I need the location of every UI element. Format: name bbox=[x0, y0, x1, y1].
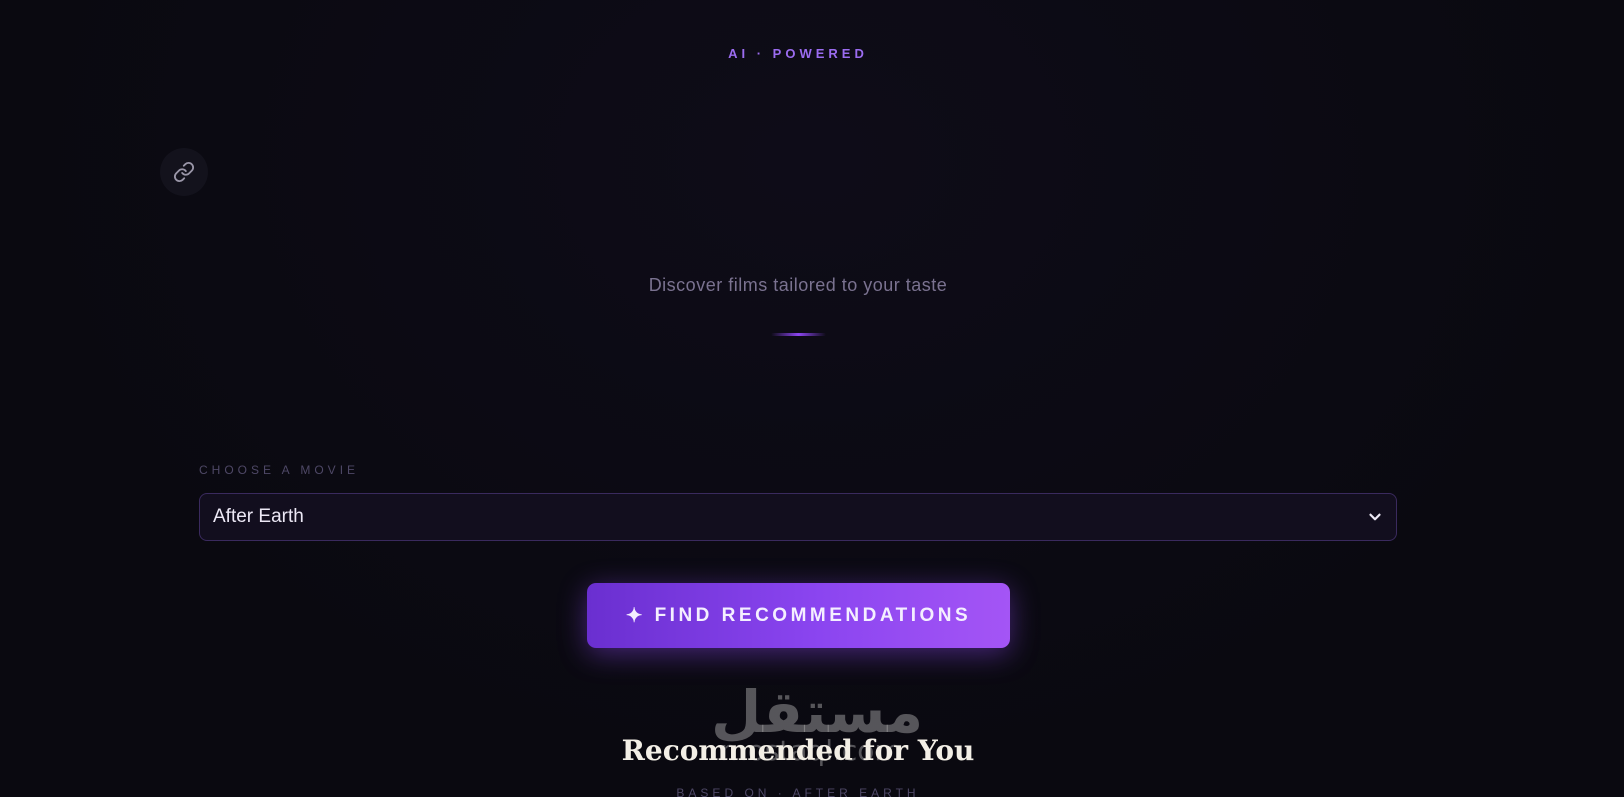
watermark-arabic: مستقل bbox=[711, 678, 924, 746]
accent-divider bbox=[771, 333, 826, 336]
find-recommendations-button[interactable]: ✦ FIND RECOMMENDATIONS bbox=[587, 583, 1010, 648]
ai-powered-eyebrow: AI · POWERED bbox=[728, 46, 868, 61]
find-recommendations-label: FIND RECOMMENDATIONS bbox=[654, 604, 972, 626]
link-icon bbox=[173, 161, 195, 183]
movie-select-value: After Earth bbox=[213, 506, 304, 527]
sparkle-icon: ✦ bbox=[625, 605, 643, 627]
page-tagline: Discover films tailored to your taste bbox=[648, 275, 948, 295]
based-on-caption: BASED ON · AFTER EARTH bbox=[676, 786, 920, 797]
copy-link-button[interactable] bbox=[160, 148, 208, 196]
mostaql-watermark: مستقل mostaql.com bbox=[711, 678, 924, 782]
chevron-down-icon bbox=[1369, 513, 1381, 521]
recommendations-title: Recommended for You bbox=[621, 734, 975, 767]
choose-movie-label: CHOOSE A MOVIE bbox=[199, 463, 360, 477]
page: AI · POWERED Discover films tailored to … bbox=[0, 0, 1624, 797]
movie-select[interactable]: After Earth bbox=[199, 493, 1397, 541]
